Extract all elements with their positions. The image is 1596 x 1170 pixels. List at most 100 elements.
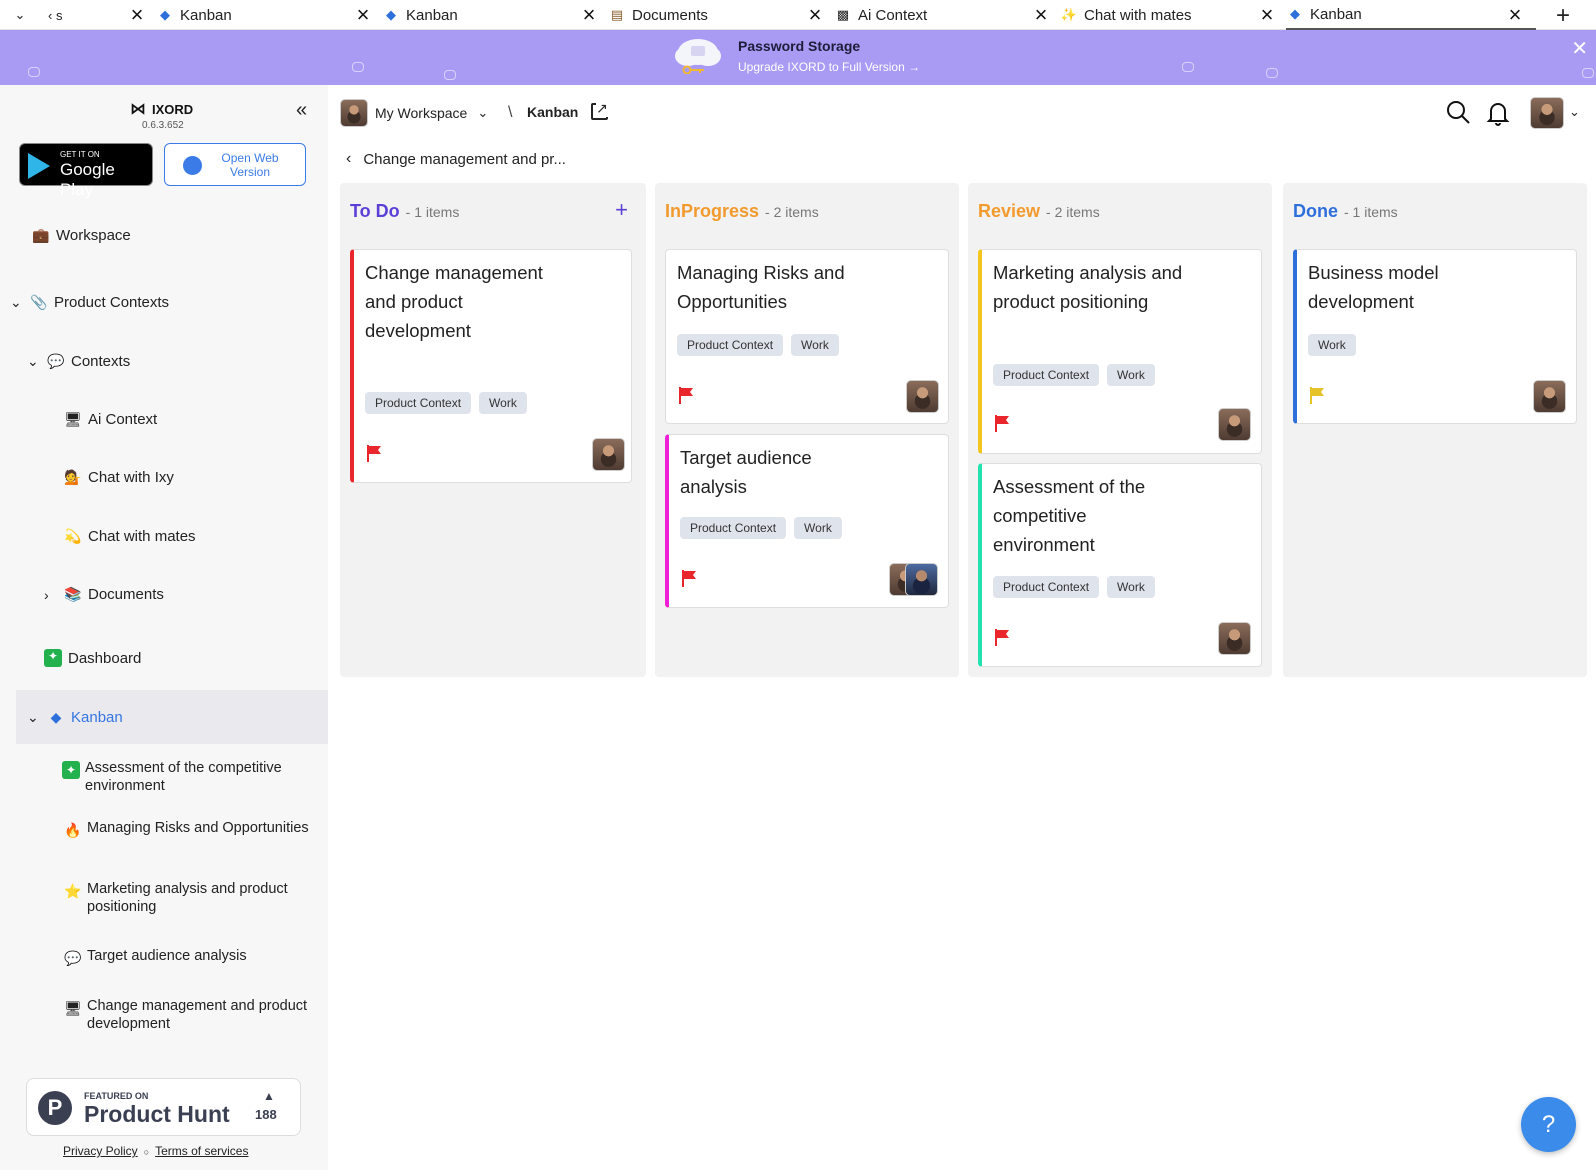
kanban-item-label: Change management and product developmen… [87,998,308,1032]
tab-4[interactable]: ▤ Documents [608,0,708,30]
assignee-avatar[interactable] [1218,622,1251,655]
bubble-decoration [444,70,456,80]
google-play-label: Google Play [60,160,115,199]
user-avatar[interactable] [1530,97,1564,129]
card-title: Marketing analysis and product positioni… [993,262,1183,312]
kanban-item[interactable]: 🖥 Change management and product developm… [62,997,323,1033]
paperclip-icon: 📎 [30,294,48,310]
assignee-avatar[interactable] [906,380,939,413]
tab-close-button[interactable]: × [352,4,374,26]
flag-icon[interactable] [678,386,696,404]
back-breadcrumb-label: Change management and pr... [363,150,566,168]
workspace-selector[interactable]: My Workspace ⌄ [340,99,488,127]
tag-chip: Work [1107,576,1155,598]
tab-7-active[interactable]: ◆ Kanban [1286,0,1536,30]
tab-6[interactable]: ✨ Chat with mates [1060,0,1192,30]
tab-close-button[interactable]: × [804,4,826,26]
sidebar-item-label: Product Contexts [54,294,170,311]
banner-close-icon[interactable]: ✕ [1571,36,1588,61]
app-logo: ⋈ IXORD [130,99,193,119]
flag-icon[interactable] [366,444,384,462]
sidebar: ⋈ IXORD 0.6.3.652 « GET IT ON Google Pla… [0,85,328,1170]
new-tab-button[interactable]: + [1556,2,1570,30]
banner-upgrade-link[interactable]: Upgrade IXORD to Full Version → [738,60,920,74]
kanban-item[interactable]: 💬 Target audience analysis [62,947,323,967]
tab-close-button[interactable]: × [1504,4,1526,26]
kanban-item[interactable]: ⭐ Marketing analysis and product positio… [62,880,323,916]
product-hunt-featured: FEATURED ON [84,1091,149,1101]
kanban-card[interactable]: Managing Risks and Opportunities Product… [665,249,949,424]
sidebar-item-label: Contexts [71,353,131,370]
card-title: Business model development [1308,262,1439,312]
monitor-icon: ▩ [836,7,850,22]
open-web-version-label: Open Web Version [221,151,279,179]
tag-chip: Work [479,392,527,414]
add-card-button[interactable]: + [615,197,628,223]
globe-icon [183,156,202,175]
open-external-icon[interactable] [591,100,608,120]
terms-link[interactable]: Terms of services [155,1144,248,1158]
help-button[interactable]: ? [1521,1097,1576,1152]
flag-icon[interactable] [681,569,699,587]
tag-chip: Product Context [993,576,1100,598]
sidebar-item-chat-with-mates[interactable]: 💫 Chat with mates [62,528,195,545]
google-play-button[interactable]: GET IT ON Google Play [19,143,153,199]
monitor-icon: 🖥 [64,1000,82,1016]
open-web-version-button[interactable]: Open Web Version [164,143,306,186]
sidebar-item-ai-context[interactable]: 🖥 Ai Context [62,411,157,428]
kanban-card[interactable]: Business model development Work [1293,249,1577,424]
assignee-avatar[interactable] [1533,380,1566,413]
flag-icon[interactable] [994,628,1012,646]
tab-label: Kanban [406,6,458,24]
bell-icon[interactable] [1486,100,1510,126]
tab-close-button[interactable]: × [1256,4,1278,26]
tab-5[interactable]: ▩ Ai Context [834,0,927,30]
diamond-icon: ◆ [386,7,396,22]
column-count: - 2 items [1046,204,1100,220]
search-icon[interactable] [1446,100,1470,124]
tab-close-button[interactable]: × [126,4,148,26]
sidebar-item-dashboard[interactable]: ✦ Dashboard [44,649,141,667]
sidebar-item-documents[interactable]: › 📚 Documents [44,586,164,603]
sidebar-item-product-contexts[interactable]: ⌄ 📎 Product Contexts [10,294,169,311]
kanban-card[interactable]: Change management and product developmen… [350,249,632,483]
column-inprogress: InProgress - 2 items Managing Risks and … [655,183,959,677]
kanban-item[interactable]: 🔥 Managing Risks and Opportunities [62,819,323,839]
assignee-avatar[interactable] [1218,408,1251,441]
tab-3[interactable]: ◆ Kanban [382,0,458,30]
sidebar-item-workspace[interactable]: 💼 Workspace [30,227,130,244]
tab-close-button[interactable]: × [578,4,600,26]
chevron-down-icon[interactable]: ⌄ [1569,104,1580,120]
tab-2[interactable]: ◆ Kanban [156,0,232,30]
sidebar-item-chat-with-ixy[interactable]: 💁 Chat with Ixy [62,469,174,486]
chevron-down-icon[interactable]: ⌄ [27,709,45,726]
kanban-item-label: Assessment of the competitive environmen… [85,760,282,794]
google-play-small-text: GET IT ON [60,150,100,159]
tab-list-dropdown-button[interactable]: ⌄ [0,0,40,30]
product-hunt-badge[interactable]: P FEATURED ON Product Hunt ▲ 188 [26,1078,301,1136]
chevron-right-icon[interactable]: › [44,587,62,603]
chevron-down-icon[interactable]: ⌄ [10,294,28,311]
flag-icon[interactable] [1309,386,1327,404]
kanban-card[interactable]: Assessment of the competitive environmen… [978,463,1262,667]
diamond-icon: ◆ [1290,6,1300,21]
assignee-avatar[interactable] [905,563,938,596]
kanban-item[interactable]: ✦ Assessment of the competitive environm… [62,759,321,795]
chevron-down-icon[interactable]: ⌄ [27,353,45,370]
kanban-card[interactable]: Marketing analysis and product positioni… [978,249,1262,454]
kanban-card[interactable]: Target audience analysis Product Context… [665,434,949,608]
sidebar-item-label: Documents [88,586,164,603]
assignee-avatar[interactable] [592,438,625,471]
sidebar-item-label: Kanban [71,708,123,726]
tab-close-button[interactable]: × [1030,4,1052,26]
tab-1[interactable]: ‹ s [48,0,62,30]
person-icon: 💁 [64,469,82,485]
sidebar-item-kanban[interactable]: ⌄ ◆ Kanban [16,690,328,744]
sidebar-item-contexts[interactable]: ⌄ 💬 Contexts [27,353,130,370]
tag-chip: Product Context [677,334,784,356]
back-breadcrumb[interactable]: ‹ Change management and pr... [346,150,566,168]
collapse-sidebar-icon[interactable]: « [296,99,307,122]
flag-icon[interactable] [994,414,1012,432]
speech-bubble-icon: 💬 [47,353,65,369]
privacy-policy-link[interactable]: Privacy Policy [63,1144,138,1158]
